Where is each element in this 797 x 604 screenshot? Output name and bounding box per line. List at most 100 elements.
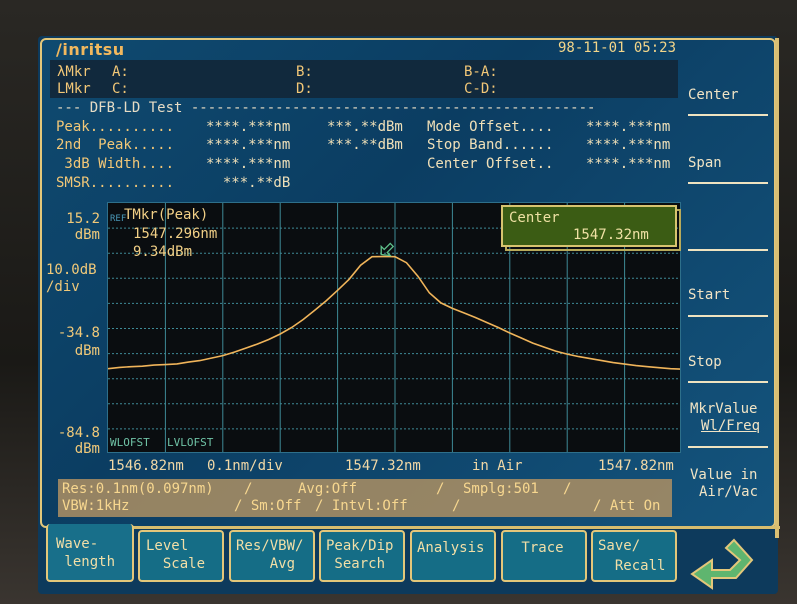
softkey-label: Stop: [688, 354, 722, 370]
tab-label: Save/: [598, 538, 641, 554]
tab-label: Trace: [513, 540, 564, 556]
tab-res-vbw-avg[interactable]: Res/VBW/ Avg: [229, 530, 315, 582]
marker-b: B:: [296, 64, 313, 80]
marker-readout-level: 9.34dBm: [133, 244, 193, 260]
datetime: 98-11-01 05:23: [558, 40, 677, 56]
softkey-blank[interactable]: [688, 215, 768, 245]
softkey-span[interactable]: Span: [688, 155, 768, 172]
result-label: 3dB Width....: [56, 156, 175, 172]
center-input-box[interactable]: Center 1547.32nm: [501, 205, 677, 247]
result-value: ****.***nm: [586, 156, 671, 172]
tab-peak-dip-search[interactable]: Peak/Dip Search: [319, 530, 405, 582]
tab-label: Res/VBW/: [236, 538, 304, 554]
softkey-divider: [688, 182, 768, 184]
softkey-divider: [688, 114, 768, 116]
tab-label: Wave-: [56, 536, 99, 552]
tab-bar-line: [134, 526, 780, 529]
tab-label: Recall: [598, 558, 666, 574]
setting-avg: Avg:Off: [298, 481, 358, 497]
ref-level-value: 15.2: [66, 211, 100, 227]
tab-level-scale[interactable]: Level Scale: [138, 530, 224, 582]
tab-label: Avg: [236, 556, 296, 572]
result-nm: ****.***nm: [206, 156, 291, 172]
scale-per-div: 10.0dB: [46, 262, 97, 278]
tab-analysis[interactable]: Analysis: [410, 530, 496, 582]
center-box-label: Center: [509, 210, 560, 226]
softkey-label: Start: [688, 287, 731, 303]
ref-level-unit: dBm: [74, 227, 100, 243]
tab-save-recall[interactable]: Save/ Recall: [591, 530, 677, 582]
setting-sep: /: [436, 481, 445, 497]
marker-a: A:: [112, 64, 129, 80]
tab-label: Peak/Dip: [326, 538, 394, 554]
bottom-level-value: -84.8: [57, 425, 100, 441]
level-offset-tag: LVLOFST: [167, 436, 214, 449]
softkey-divider: [688, 249, 768, 251]
brand-logo: /inritsu: [56, 40, 125, 59]
softkey-stop[interactable]: Stop: [688, 354, 768, 371]
result-nm: ****.***nm: [206, 137, 291, 153]
result-label: Peak..........: [56, 119, 175, 135]
result-label: Stop Band......: [427, 137, 554, 153]
marker-c-minus-d: C-D:: [464, 81, 498, 97]
wl-offset-tag: WLOFST: [110, 436, 150, 449]
tab-label: Level: [146, 538, 189, 554]
result-label: SMSR..........: [56, 175, 175, 191]
softkey-divider: [688, 446, 768, 448]
setting-sep: /: [244, 481, 253, 497]
center-box-value: 1547.32nm: [573, 227, 649, 243]
setting-sep: /: [452, 498, 461, 514]
x-per-div: 0.1nm/div: [207, 458, 283, 474]
setting-attenuator: / Att On: [593, 498, 661, 514]
marker-c: C:: [112, 81, 129, 97]
tab-label: Analysis: [417, 540, 485, 556]
x-stop: 1547.82nm: [598, 458, 674, 474]
x-start: 1546.82nm: [108, 458, 184, 474]
marker-d: D:: [296, 81, 313, 97]
softkey-label: Value in: [690, 467, 758, 483]
result-label: Mode Offset....: [427, 119, 554, 135]
wl-marker-label: λMkr: [57, 64, 91, 80]
tab-label: Search: [326, 556, 386, 572]
softkey-value-in[interactable]: Value in Air/Vac: [690, 467, 770, 501]
result-label: 2nd Peak.....: [56, 137, 175, 153]
softkey-divider: [688, 381, 768, 383]
return-arrow-icon[interactable]: [690, 538, 756, 592]
marker-b-minus-a: B-A:: [464, 64, 498, 80]
bottom-level-unit: dBm: [74, 441, 100, 457]
softkey-divider: [688, 315, 768, 317]
result-nm: ****.***nm: [206, 119, 291, 135]
scale-per-div-unit: /div: [46, 279, 80, 295]
softkey-label: Span: [688, 155, 722, 171]
result-value: ****.***nm: [586, 137, 671, 153]
mid-level-value: -34.8: [57, 325, 100, 341]
marker-band: [50, 60, 678, 98]
softkey-center[interactable]: Center: [688, 87, 768, 104]
tab-label: Scale: [146, 556, 206, 572]
softkey-rail: [775, 38, 779, 538]
setting-smoothing: / Sm:Off: [234, 498, 302, 514]
softkey-sublabel: Air/Vac: [699, 484, 759, 500]
setting-vbw: VBW:1kHz: [62, 498, 130, 514]
tab-trace[interactable]: Trace: [501, 530, 587, 582]
level-marker-label: LMkr: [57, 81, 91, 97]
softkey-label: MkrValue: [690, 401, 758, 417]
tab-wavelength[interactable]: Wave- length: [46, 524, 134, 582]
setting-sampling: Smplg:501: [463, 481, 539, 497]
x-center: 1547.32nm: [345, 458, 421, 474]
setting-res: Res:0.1nm(0.097nm): [62, 481, 214, 497]
dfb-test-title: --- DFB-LD Test ------------------------…: [56, 100, 596, 116]
result-dbm: ***.**dBm: [327, 137, 403, 153]
tab-label: length: [56, 554, 116, 570]
marker-readout-title: TMkr(Peak): [124, 207, 209, 223]
setting-sep: /: [563, 481, 572, 497]
result-label: Center Offset..: [427, 156, 554, 172]
softkey-marker-value[interactable]: MkrValue Wl/Freq: [690, 401, 770, 435]
softkey-start[interactable]: Start: [688, 287, 768, 304]
result-nm: ***.**dB: [206, 175, 291, 191]
softkey-label: Center: [688, 87, 739, 103]
result-dbm: ***.**dBm: [327, 119, 403, 135]
result-value: ****.***nm: [586, 119, 671, 135]
x-medium: in Air: [472, 458, 523, 474]
marker-readout-wavelength: 1547.296nm: [133, 226, 218, 242]
